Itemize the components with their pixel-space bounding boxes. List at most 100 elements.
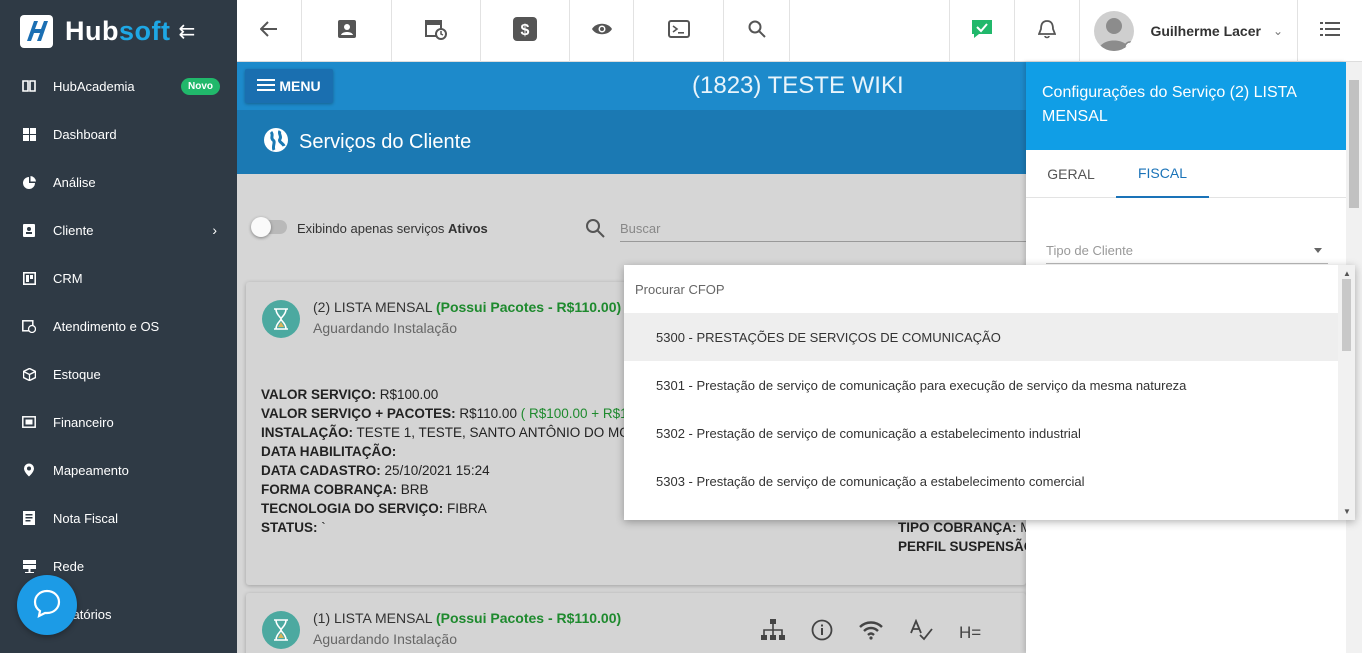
- dropdown-arrow-icon: [1314, 248, 1322, 253]
- service-status: Aguardando Instalação: [313, 631, 457, 647]
- box-icon: [22, 367, 36, 381]
- active-services-toggle[interactable]: [251, 217, 287, 237]
- book-icon: [22, 79, 36, 93]
- panel-tabs: GERAL FISCAL: [1026, 150, 1346, 198]
- dropdown-scrollbar[interactable]: ▲ ▼: [1338, 265, 1355, 520]
- field-value: TESTE 1, TESTE, SANTO ANTÔNIO DO MONT: [353, 425, 648, 440]
- field-label: DATA CADASTRO:: [261, 463, 381, 478]
- hubsoft-logo-icon: [20, 14, 53, 48]
- sidebar-item-label: Relatórios: [53, 606, 112, 622]
- field-label: VALOR SERVIÇO:: [261, 387, 377, 402]
- sidebar-item-label: Nota Fiscal: [53, 510, 119, 526]
- check-chat-icon: [971, 19, 993, 44]
- cfop-option[interactable]: 5301 - Prestação de serviço de comunicaç…: [624, 361, 1338, 409]
- user-menu[interactable]: Guilherme Lacer ⌄: [1080, 0, 1298, 62]
- services-search-input[interactable]: [620, 216, 1026, 242]
- list-menu-button[interactable]: [1298, 0, 1362, 62]
- svg-text:$: $: [521, 22, 530, 39]
- sidebar-item-mapeamento[interactable]: Mapeamento: [0, 446, 237, 494]
- toggle-label-bold: Ativos: [448, 221, 488, 236]
- financial-button[interactable]: $: [481, 0, 570, 62]
- field-label: DATA HABILITAÇÃO:: [261, 444, 397, 459]
- service-packages: (Possui Pacotes - R$110.00): [435, 299, 622, 315]
- service-name-text: (1) LISTA MENSAL: [313, 610, 433, 626]
- sidebar-item-dashboard[interactable]: Dashboard: [0, 110, 237, 158]
- client-card-button[interactable]: [302, 0, 392, 62]
- sidebar-item-analise[interactable]: Análise: [0, 158, 237, 206]
- collapse-arrow-icon[interactable]: ⇇: [178, 19, 195, 44]
- board-icon: [22, 271, 36, 285]
- service-name-text: (2) LISTA MENSAL: [313, 299, 433, 315]
- service-actions: H=: [761, 618, 981, 646]
- tab-geral[interactable]: GERAL: [1026, 150, 1116, 198]
- cfop-search-input[interactable]: Procurar CFOP: [624, 265, 1355, 313]
- tasks-button[interactable]: [950, 0, 1016, 62]
- toolbar-spacer: [790, 0, 951, 61]
- sidebar-item-label: Mapeamento: [53, 462, 129, 478]
- scroll-down-icon[interactable]: ▼: [1343, 507, 1351, 516]
- back-arrow-icon: [259, 20, 278, 42]
- scrollbar-thumb[interactable]: [1342, 279, 1351, 351]
- sidebar-item-cliente[interactable]: Cliente ›: [0, 206, 237, 254]
- cfop-option[interactable]: 5302 - Prestação de serviço de comunicaç…: [624, 409, 1338, 457]
- hourglass-icon: [262, 300, 300, 338]
- tipo-cliente-placeholder: Tipo de Cliente: [1046, 243, 1133, 258]
- contact-icon: [22, 223, 36, 237]
- tab-fiscal[interactable]: FISCAL: [1116, 150, 1209, 198]
- schedule-button[interactable]: [392, 0, 481, 62]
- client-header: MENU (1823) TESTE WIKI: [237, 62, 1026, 110]
- sidebar-item-crm[interactable]: CRM: [0, 254, 237, 302]
- scrollbar-thumb[interactable]: [1349, 80, 1359, 208]
- sidebar-item-hubacademia[interactable]: HubAcademia Novo: [0, 62, 237, 110]
- cfop-option[interactable]: 5300 - PRESTAÇÕES DE SERVIÇOS DE COMUNIC…: [624, 313, 1338, 361]
- contact-card-icon: [337, 19, 356, 43]
- scroll-up-icon[interactable]: ▲: [1343, 269, 1351, 278]
- app-root: Hubsoft ⇇ HubAcademia Novo Dashboard Aná…: [0, 0, 1362, 653]
- field-label: VALOR SERVIÇO + PACOTES:: [261, 406, 456, 421]
- search-button[interactable]: [724, 0, 790, 62]
- wifi-icon[interactable]: [859, 620, 883, 645]
- sidebar-item-label: Financeiro: [53, 414, 114, 430]
- sidebar-item-label: Estoque: [53, 366, 101, 382]
- field-data-cadastro: DATA CADASTRO: 25/10/2021 15:24: [261, 461, 648, 480]
- server-icon: [22, 559, 36, 573]
- new-badge: Novo: [181, 77, 220, 95]
- terminal-button[interactable]: [634, 0, 724, 62]
- info-icon[interactable]: [811, 619, 833, 646]
- network-icon[interactable]: [761, 619, 785, 646]
- view-button[interactable]: [570, 0, 634, 62]
- tipo-cliente-select[interactable]: Tipo de Cliente: [1046, 238, 1328, 264]
- search-icon: [748, 20, 766, 43]
- toggle-knob: [251, 217, 271, 237]
- brand-name: Hubsoft: [65, 16, 170, 47]
- hamburger-icon: [257, 78, 276, 95]
- sidebar-item-label: CRM: [53, 270, 83, 286]
- sidebar-item-estoque[interactable]: Estoque: [0, 350, 237, 398]
- chat-button[interactable]: [17, 575, 77, 635]
- sidebar-item-financeiro[interactable]: Financeiro: [0, 398, 237, 446]
- field-label: FORMA COBRANÇA:: [261, 482, 397, 497]
- top-toolbar: $ Guilherme Lacer ⌄: [237, 0, 1362, 62]
- notifications-button[interactable]: [1015, 0, 1081, 62]
- sidebar-item-atendimento[interactable]: Atendimento e OS: [0, 302, 237, 350]
- service-status: Aguardando Instalação: [313, 320, 457, 336]
- section-title: Serviços do Cliente: [299, 130, 472, 153]
- service-packages: (Possui Pacotes - R$110.00): [435, 610, 622, 626]
- field-label: STATUS:: [261, 520, 318, 535]
- calendar-clock-icon: [425, 18, 447, 45]
- menu-button[interactable]: MENU: [245, 69, 333, 103]
- heading-icon[interactable]: H=: [959, 623, 981, 643]
- field-instalacao: INSTALAÇÃO: TESTE 1, TESTE, SANTO ANTÔNI…: [261, 423, 648, 442]
- cfop-dropdown: Procurar CFOP 5300 - PRESTAÇÕES DE SERVI…: [624, 265, 1355, 520]
- section-header: Serviços do Cliente: [237, 110, 1026, 174]
- brand-logo[interactable]: Hubsoft ⇇: [0, 0, 237, 62]
- spellcheck-icon[interactable]: [909, 618, 933, 646]
- document-icon: [22, 511, 36, 525]
- cfop-option[interactable]: 5303 - Prestação de serviço de comunicaç…: [624, 457, 1338, 505]
- sidebar-item-nota-fiscal[interactable]: Nota Fiscal: [0, 494, 237, 542]
- field-value: R$100.00: [376, 387, 439, 402]
- back-button[interactable]: [237, 0, 302, 62]
- user-name: Guilherme Lacer: [1150, 23, 1261, 39]
- sidebar-item-label: HubAcademia: [53, 78, 135, 94]
- service-fields-right: TIPO COBRANÇA: M PERFIL SUSPENSÃO: [898, 518, 1026, 556]
